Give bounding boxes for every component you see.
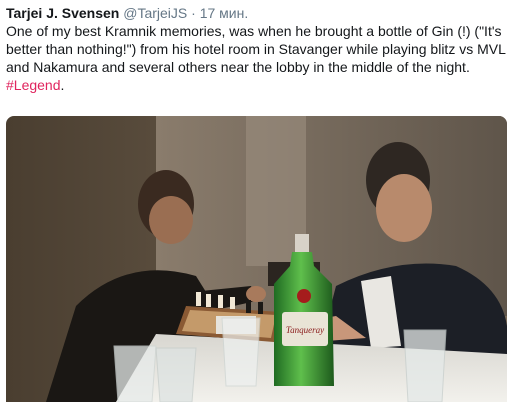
tweet: Tarjei J. Svensen @TarjeiJS · 17 мин. On… — [0, 0, 511, 402]
author-name[interactable]: Tarjei J. Svensen — [6, 5, 119, 21]
tweet-header: Tarjei J. Svensen @TarjeiJS · 17 мин. — [6, 4, 505, 22]
photo-illustration: Tanqueray — [6, 116, 507, 402]
tweet-text-content: One of my best Kramnik memories, was whe… — [6, 23, 506, 75]
bottle-label: Tanqueray — [286, 325, 324, 335]
hashtag-link[interactable]: #Legend — [6, 77, 61, 93]
separator-dot: · — [191, 5, 196, 21]
tweet-text: One of my best Kramnik memories, was whe… — [6, 22, 506, 94]
author-handle[interactable]: @TarjeiJS — [123, 5, 187, 21]
tweet-photo[interactable]: Tanqueray — [6, 116, 507, 402]
tweet-text-period: . — [60, 77, 65, 93]
tweet-timestamp[interactable]: 17 мин. — [200, 5, 249, 21]
